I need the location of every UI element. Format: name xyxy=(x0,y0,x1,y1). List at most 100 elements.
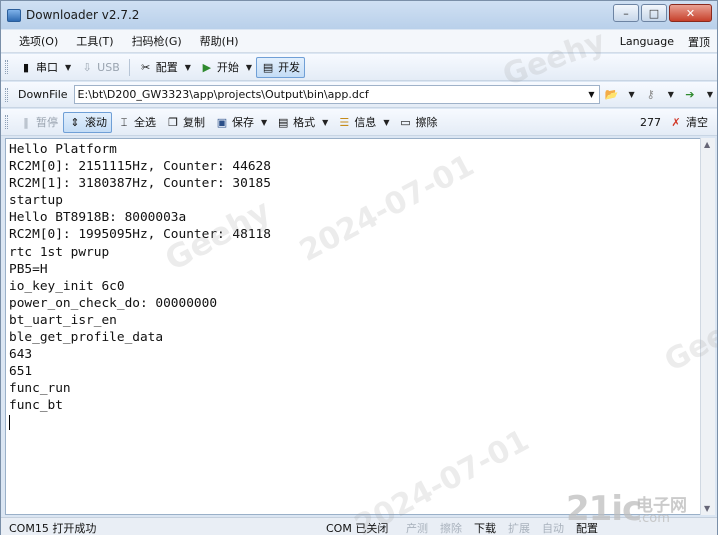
config-dropdown-icon[interactable]: ▼ xyxy=(185,63,191,72)
copy-label: 复制 xyxy=(183,116,205,129)
info-button[interactable]: ☰ 信息 xyxy=(332,112,381,133)
import-icon: ➔ xyxy=(685,88,695,101)
console-line: PB5=H xyxy=(9,261,48,277)
clear-button[interactable]: ✗ 清空 xyxy=(664,112,713,133)
info-icon: ☰ xyxy=(339,115,350,129)
usb-button[interactable]: ⇩ USB xyxy=(75,57,125,78)
save-icon: ▣ xyxy=(216,115,228,129)
port-status: COM15 打开成功 xyxy=(9,522,97,535)
console-line: 651 xyxy=(9,364,33,380)
menu-pin-top[interactable]: 置顶 xyxy=(681,34,717,50)
console-line: ble_get_profile_data xyxy=(9,330,164,346)
line-counter: 277 xyxy=(640,115,661,129)
console-line: startup xyxy=(9,193,63,209)
format-button[interactable]: ▤ 格式 xyxy=(271,112,320,133)
scroll-label: 滚动 xyxy=(85,116,107,129)
scroll-down-icon[interactable]: ▼ xyxy=(704,504,710,513)
status-action-3[interactable]: 扩展 xyxy=(508,520,530,535)
console-output[interactable]: Hello Platform RC2M[0]: 2151115Hz, Counte… xyxy=(5,138,702,515)
console-line: power_on_check_do: 00000000 xyxy=(9,295,218,311)
dev-button[interactable]: ▤ 开发 xyxy=(256,56,306,78)
save-button[interactable]: ▣ 保存 xyxy=(210,112,259,133)
console-line: Hello BT8918B: 8000003a xyxy=(9,210,187,226)
minimize-button[interactable]: – xyxy=(613,4,639,22)
copy-icon: ❐ xyxy=(168,115,178,129)
config-button[interactable]: ✂ 配置 xyxy=(134,57,183,78)
toolbar-grip[interactable] xyxy=(5,115,8,129)
console-line: Hello Platform xyxy=(9,142,117,157)
maximize-button[interactable]: □ xyxy=(641,4,667,22)
start-dropdown-icon[interactable]: ▼ xyxy=(246,63,252,72)
app-window: Downloader v2.7.2 – □ ✕ 选项(O) 工具(T) 扫码枪(… xyxy=(0,0,718,535)
menu-options[interactable]: 选项(O) xyxy=(1,33,67,49)
vertical-scrollbar[interactable]: ▲ ▼ xyxy=(700,138,715,515)
console-line: 643 xyxy=(9,347,33,363)
usb-icon: ⇩ xyxy=(82,60,92,74)
console-line: rtc 1st pwrup xyxy=(9,244,110,260)
status-action-2[interactable]: 下载 xyxy=(474,520,496,535)
scroll-up-icon[interactable]: ▲ xyxy=(704,140,710,149)
copy-button[interactable]: ❐ 复制 xyxy=(161,112,210,133)
start-label: 开始 xyxy=(216,61,239,74)
save-label: 保存 xyxy=(232,116,254,129)
toolbar-grip[interactable] xyxy=(5,87,8,102)
pause-button[interactable]: ‖ 暂停 xyxy=(14,112,63,133)
app-icon xyxy=(7,8,21,22)
main-toolbar: ▮ 串口 ▼ ⇩ USB ✂ 配置 ▼ ▶ 开始 ▼ ▤ 开发 xyxy=(1,54,717,81)
serial-port-icon: ▮ xyxy=(22,60,30,74)
status-action-0[interactable]: 产测 xyxy=(406,520,428,535)
menu-bar: 选项(O) 工具(T) 扫码枪(G) 帮助(H) Language 置顶 xyxy=(1,30,717,53)
save-dropdown-icon[interactable]: ▼ xyxy=(261,118,267,127)
menu-language[interactable]: Language xyxy=(613,35,681,48)
console-line: RC2M[0]: 1995095Hz, Counter: 48118 xyxy=(9,227,271,243)
format-icon: ▤ xyxy=(277,115,289,129)
console-line: RC2M[0]: 2151115Hz, Counter: 44628 xyxy=(9,159,271,175)
scroll-button[interactable]: ⇕ 滚动 xyxy=(63,111,112,133)
clear-icon: ✗ xyxy=(671,115,681,129)
toolbar-grip[interactable] xyxy=(5,60,8,74)
info-dropdown-icon[interactable]: ▼ xyxy=(383,118,389,127)
status-actions: 产测 擦除 下载 扩展 自动 配置 xyxy=(406,520,610,535)
title-bar: Downloader v2.7.2 – □ ✕ xyxy=(1,1,717,29)
downfile-label: DownFile xyxy=(17,88,68,101)
chevron-down-icon[interactable]: ▼ xyxy=(588,86,594,103)
key-dropdown-icon[interactable]: ▼ xyxy=(668,90,674,99)
status-action-5[interactable]: 配置 xyxy=(576,520,598,535)
tools-icon: ✂ xyxy=(141,60,151,74)
window-controls: – □ ✕ xyxy=(611,4,712,22)
import-dropdown-icon[interactable]: ▼ xyxy=(707,90,713,99)
file-path-combo[interactable]: E:\bt\D200_GW3323\app\projects\Output\bi… xyxy=(73,85,600,104)
console-line: io_key_init 6c0 xyxy=(9,278,125,294)
dev-icon: ▤ xyxy=(262,60,274,74)
format-dropdown-icon[interactable]: ▼ xyxy=(322,118,328,127)
erase-label: 擦除 xyxy=(415,116,438,129)
pause-label: 暂停 xyxy=(36,116,58,129)
eraser-icon: ▭ xyxy=(400,115,411,129)
status-action-4[interactable]: 自动 xyxy=(542,520,564,535)
pause-icon: ‖ xyxy=(23,115,29,129)
folder-icon: 📂 xyxy=(604,88,619,101)
erase-button[interactable]: ▭ 擦除 xyxy=(393,112,442,133)
console-line: func_bt xyxy=(9,398,63,414)
info-label: 信息 xyxy=(354,116,377,129)
menu-help[interactable]: 帮助(H) xyxy=(191,33,248,49)
file-toolbar: DownFile E:\bt\D200_GW3323\app\projects\… xyxy=(1,82,717,108)
serial-button[interactable]: ▮ 串口 xyxy=(14,57,63,78)
select-all-button[interactable]: ⌶ 全选 xyxy=(112,112,161,133)
console-text: Hello Platform RC2M[0]: 2151115Hz, Counte… xyxy=(6,139,701,430)
close-button[interactable]: ✕ xyxy=(669,4,712,22)
usb-label: USB xyxy=(97,60,120,74)
clear-label: 清空 xyxy=(686,116,708,129)
open-folder-button[interactable]: 📂 xyxy=(600,84,627,105)
dev-label: 开发 xyxy=(278,61,301,74)
status-action-1[interactable]: 擦除 xyxy=(440,520,462,535)
menu-scanner[interactable]: 扫码枪(G) xyxy=(123,33,191,49)
key-button[interactable]: ⚷ xyxy=(639,84,666,105)
console-line: func_run xyxy=(9,381,71,397)
import-button[interactable]: ➔ xyxy=(678,84,705,105)
menu-tools[interactable]: 工具(T) xyxy=(67,33,122,49)
status-bar: COM15 打开成功 COM 已关闭 产测 擦除 下载 扩展 自动 配置 xyxy=(1,517,717,535)
serial-dropdown-icon[interactable]: ▼ xyxy=(65,63,71,72)
start-button[interactable]: ▶ 开始 xyxy=(195,57,244,78)
folder-dropdown-icon[interactable]: ▼ xyxy=(629,90,635,99)
